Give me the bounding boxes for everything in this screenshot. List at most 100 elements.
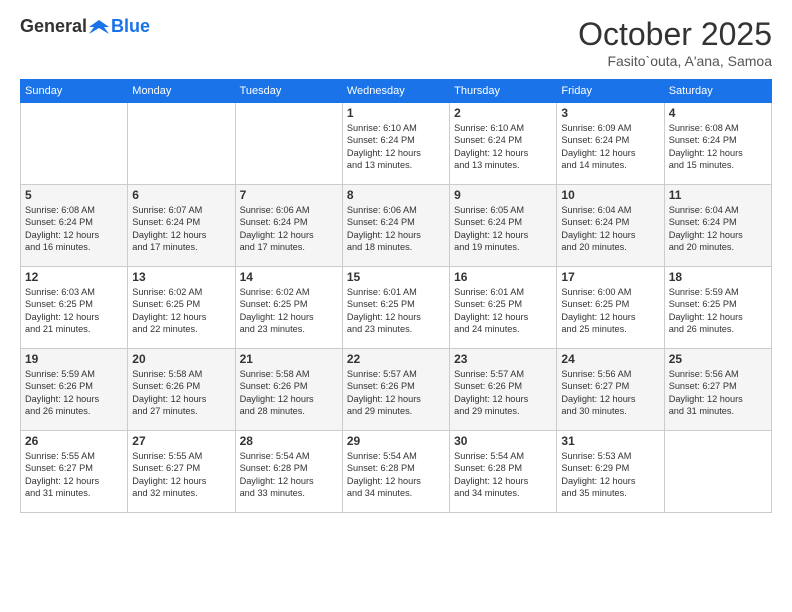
calendar-cell: 25 Sunrise: 5:56 AM Sunset: 6:27 PM Dayli…: [664, 349, 771, 431]
cell-sun-info: Sunrise: 5:55 AM Sunset: 6:27 PM Dayligh…: [25, 450, 123, 500]
day-number: 25: [669, 352, 767, 366]
cell-sun-info: Sunrise: 5:56 AM Sunset: 6:27 PM Dayligh…: [669, 368, 767, 418]
cell-sun-info: Sunrise: 5:57 AM Sunset: 6:26 PM Dayligh…: [347, 368, 445, 418]
day-number: 8: [347, 188, 445, 202]
day-number: 22: [347, 352, 445, 366]
calendar-cell: [128, 103, 235, 185]
calendar-cell: 30 Sunrise: 5:54 AM Sunset: 6:28 PM Dayli…: [450, 431, 557, 513]
cell-sun-info: Sunrise: 6:02 AM Sunset: 6:25 PM Dayligh…: [132, 286, 230, 336]
cell-sun-info: Sunrise: 5:58 AM Sunset: 6:26 PM Dayligh…: [132, 368, 230, 418]
calendar-cell: 26 Sunrise: 5:55 AM Sunset: 6:27 PM Dayli…: [21, 431, 128, 513]
calendar-cell: 31 Sunrise: 5:53 AM Sunset: 6:29 PM Dayli…: [557, 431, 664, 513]
calendar-cell: 10 Sunrise: 6:04 AM Sunset: 6:24 PM Dayli…: [557, 185, 664, 267]
cell-sun-info: Sunrise: 6:00 AM Sunset: 6:25 PM Dayligh…: [561, 286, 659, 336]
cell-sun-info: Sunrise: 5:53 AM Sunset: 6:29 PM Dayligh…: [561, 450, 659, 500]
cell-sun-info: Sunrise: 5:54 AM Sunset: 6:28 PM Dayligh…: [454, 450, 552, 500]
calendar-cell: 16 Sunrise: 6:01 AM Sunset: 6:25 PM Dayli…: [450, 267, 557, 349]
day-number: 19: [25, 352, 123, 366]
cell-sun-info: Sunrise: 6:01 AM Sunset: 6:25 PM Dayligh…: [347, 286, 445, 336]
cell-sun-info: Sunrise: 5:54 AM Sunset: 6:28 PM Dayligh…: [240, 450, 338, 500]
calendar-cell: [664, 431, 771, 513]
calendar-week-3: 12Sunrise: 6:03 AM Sunset: 6:25 PM Dayli…: [21, 267, 772, 349]
day-number: 20: [132, 352, 230, 366]
cell-sun-info: Sunrise: 6:04 AM Sunset: 6:24 PM Dayligh…: [669, 204, 767, 254]
day-number: 14: [240, 270, 338, 284]
cell-sun-info: Sunrise: 6:02 AM Sunset: 6:25 PM Dayligh…: [240, 286, 338, 336]
day-number: 9: [454, 188, 552, 202]
day-number: 21: [240, 352, 338, 366]
logo: General Blue: [20, 16, 150, 37]
header: General Blue October 2025 Fasito`outa, A…: [20, 16, 772, 69]
calendar-cell: 7 Sunrise: 6:06 AM Sunset: 6:24 PM Daylig…: [235, 185, 342, 267]
calendar: SundayMondayTuesdayWednesdayThursdayFrid…: [20, 79, 772, 513]
calendar-cell: 18 Sunrise: 5:59 AM Sunset: 6:25 PM Dayli…: [664, 267, 771, 349]
day-number: 7: [240, 188, 338, 202]
calendar-cell: 1Sunrise: 6:10 AM Sunset: 6:24 PM Daylig…: [342, 103, 449, 185]
logo-blue-text: Blue: [111, 16, 150, 37]
day-number: 28: [240, 434, 338, 448]
day-number: 24: [561, 352, 659, 366]
calendar-cell: 6 Sunrise: 6:07 AM Sunset: 6:24 PM Daylig…: [128, 185, 235, 267]
cell-sun-info: Sunrise: 6:07 AM Sunset: 6:24 PM Dayligh…: [132, 204, 230, 254]
calendar-cell: 15 Sunrise: 6:01 AM Sunset: 6:25 PM Dayli…: [342, 267, 449, 349]
calendar-cell: 3 Sunrise: 6:09 AM Sunset: 6:24 PM Daylig…: [557, 103, 664, 185]
calendar-cell: 27Sunrise: 5:55 AM Sunset: 6:27 PM Dayli…: [128, 431, 235, 513]
calendar-cell: 19 Sunrise: 5:59 AM Sunset: 6:26 PM Dayli…: [21, 349, 128, 431]
day-number: 10: [561, 188, 659, 202]
col-header-friday: Friday: [557, 80, 664, 103]
col-header-wednesday: Wednesday: [342, 80, 449, 103]
col-header-tuesday: Tuesday: [235, 80, 342, 103]
cell-sun-info: Sunrise: 6:08 AM Sunset: 6:24 PM Dayligh…: [669, 122, 767, 172]
calendar-cell: 2Sunrise: 6:10 AM Sunset: 6:24 PM Daylig…: [450, 103, 557, 185]
day-number: 30: [454, 434, 552, 448]
cell-sun-info: Sunrise: 6:06 AM Sunset: 6:24 PM Dayligh…: [240, 204, 338, 254]
col-header-saturday: Saturday: [664, 80, 771, 103]
cell-sun-info: Sunrise: 6:09 AM Sunset: 6:24 PM Dayligh…: [561, 122, 659, 172]
col-header-thursday: Thursday: [450, 80, 557, 103]
col-header-monday: Monday: [128, 80, 235, 103]
day-number: 29: [347, 434, 445, 448]
calendar-cell: 14 Sunrise: 6:02 AM Sunset: 6:25 PM Dayli…: [235, 267, 342, 349]
month-title: October 2025: [578, 16, 772, 53]
day-number: 6: [132, 188, 230, 202]
cell-sun-info: Sunrise: 6:04 AM Sunset: 6:24 PM Dayligh…: [561, 204, 659, 254]
calendar-cell: 22 Sunrise: 5:57 AM Sunset: 6:26 PM Dayli…: [342, 349, 449, 431]
calendar-cell: 20 Sunrise: 5:58 AM Sunset: 6:26 PM Dayli…: [128, 349, 235, 431]
cell-sun-info: Sunrise: 5:59 AM Sunset: 6:26 PM Dayligh…: [25, 368, 123, 418]
calendar-cell: 8 Sunrise: 6:06 AM Sunset: 6:24 PM Daylig…: [342, 185, 449, 267]
calendar-week-2: 5Sunrise: 6:08 AM Sunset: 6:24 PM Daylig…: [21, 185, 772, 267]
page: General Blue October 2025 Fasito`outa, A…: [0, 0, 792, 612]
cell-sun-info: Sunrise: 6:01 AM Sunset: 6:25 PM Dayligh…: [454, 286, 552, 336]
cell-sun-info: Sunrise: 6:10 AM Sunset: 6:24 PM Dayligh…: [454, 122, 552, 172]
calendar-cell: 5Sunrise: 6:08 AM Sunset: 6:24 PM Daylig…: [21, 185, 128, 267]
calendar-week-4: 19 Sunrise: 5:59 AM Sunset: 6:26 PM Dayli…: [21, 349, 772, 431]
location: Fasito`outa, A'ana, Samoa: [578, 53, 772, 69]
day-number: 27: [132, 434, 230, 448]
cell-sun-info: Sunrise: 6:06 AM Sunset: 6:24 PM Dayligh…: [347, 204, 445, 254]
day-number: 16: [454, 270, 552, 284]
calendar-cell: 29Sunrise: 5:54 AM Sunset: 6:28 PM Dayli…: [342, 431, 449, 513]
cell-sun-info: Sunrise: 5:56 AM Sunset: 6:27 PM Dayligh…: [561, 368, 659, 418]
calendar-cell: 17Sunrise: 6:00 AM Sunset: 6:25 PM Dayli…: [557, 267, 664, 349]
calendar-week-5: 26 Sunrise: 5:55 AM Sunset: 6:27 PM Dayli…: [21, 431, 772, 513]
col-header-sunday: Sunday: [21, 80, 128, 103]
cell-sun-info: Sunrise: 6:10 AM Sunset: 6:24 PM Dayligh…: [347, 122, 445, 172]
day-number: 13: [132, 270, 230, 284]
day-number: 15: [347, 270, 445, 284]
cell-sun-info: Sunrise: 6:05 AM Sunset: 6:24 PM Dayligh…: [454, 204, 552, 254]
calendar-cell: 4 Sunrise: 6:08 AM Sunset: 6:24 PM Daylig…: [664, 103, 771, 185]
day-number: 31: [561, 434, 659, 448]
cell-sun-info: Sunrise: 5:57 AM Sunset: 6:26 PM Dayligh…: [454, 368, 552, 418]
calendar-cell: 9 Sunrise: 6:05 AM Sunset: 6:24 PM Daylig…: [450, 185, 557, 267]
day-number: 11: [669, 188, 767, 202]
day-number: 18: [669, 270, 767, 284]
calendar-cell: 28 Sunrise: 5:54 AM Sunset: 6:28 PM Dayli…: [235, 431, 342, 513]
calendar-cell: [235, 103, 342, 185]
day-number: 4: [669, 106, 767, 120]
calendar-cell: 11 Sunrise: 6:04 AM Sunset: 6:24 PM Dayli…: [664, 185, 771, 267]
day-number: 3: [561, 106, 659, 120]
cell-sun-info: Sunrise: 5:59 AM Sunset: 6:25 PM Dayligh…: [669, 286, 767, 336]
day-number: 26: [25, 434, 123, 448]
logo-general-text: General: [20, 16, 87, 37]
calendar-week-1: 1Sunrise: 6:10 AM Sunset: 6:24 PM Daylig…: [21, 103, 772, 185]
